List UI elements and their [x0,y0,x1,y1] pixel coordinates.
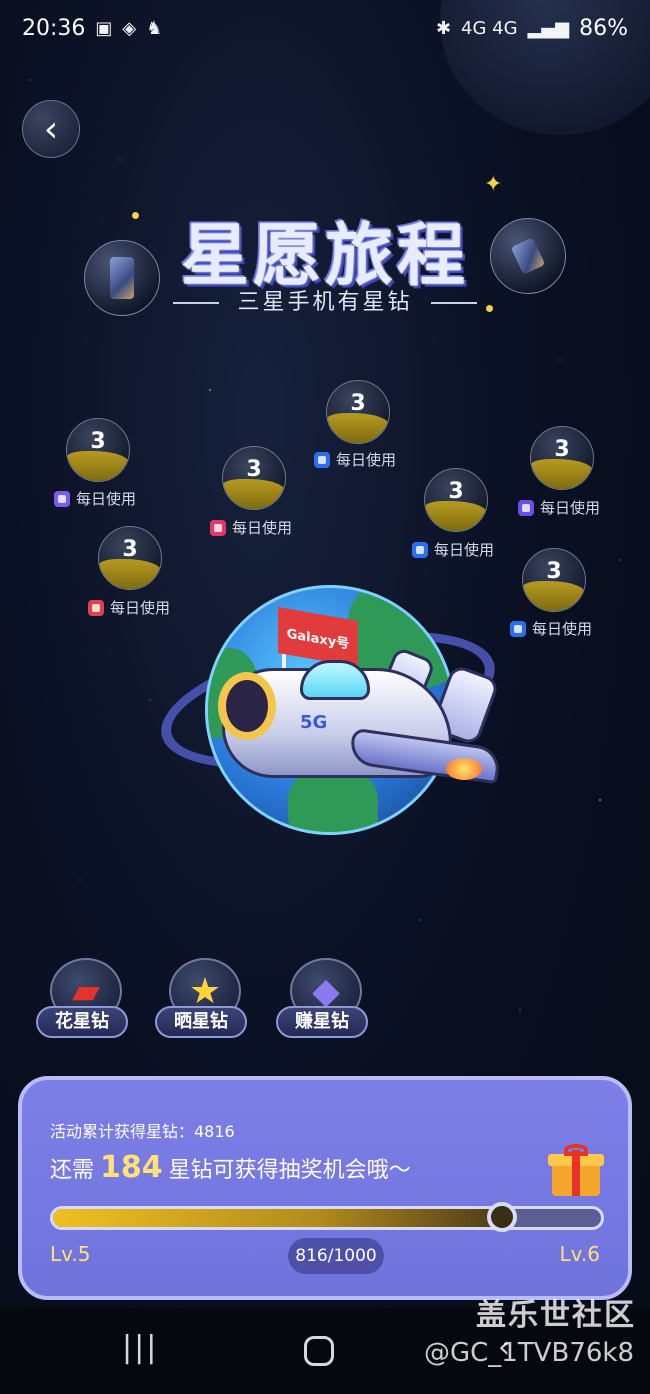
message-suffix: 星钻可获得抽奖机会哦～ [168,1158,411,1183]
home-app-icon [518,499,534,516]
bubble-label: 每日使用 [510,618,592,639]
app-notification-icon: ◈ [122,17,137,39]
menu-label: 晒星钻 [155,1006,247,1038]
star-bubble[interactable]: 3 [222,446,286,510]
share-diamonds-button[interactable]: ★ 晒星钻 [155,958,247,1038]
bubble-label-text: 每日使用 [434,541,495,559]
watermark-site: 盖乐世社区 [476,1298,636,1333]
bubble-label-text: 每日使用 [540,499,601,517]
page-subtitle: 三星手机有星钻 [0,284,650,316]
subtitle-text: 三星手机有星钻 [237,290,413,315]
bubble-label: 每日使用 [412,539,494,560]
spaceship-label: 5G [300,712,328,733]
bubble-value: 3 [546,559,562,584]
bubble-value: 3 [246,457,262,482]
bubble-value: 3 [554,437,570,462]
menu-label: 赚星钻 [276,1006,368,1038]
message-prefix: 还需 [50,1158,95,1183]
watermark-user: @GC_1TVB76k8 [423,1338,634,1368]
bubble-value: 3 [448,479,464,504]
notes-app-icon [88,599,104,616]
star-bubble[interactable]: 3 [98,526,162,590]
grid-app-icon [54,490,70,507]
wallet-app-icon [314,451,330,468]
progress-track [50,1206,604,1230]
current-level: Lv.5 [50,1242,91,1266]
health-app-icon [412,541,428,558]
star-bubble[interactable]: 3 [66,418,130,482]
bubble-label-text: 每日使用 [110,599,171,617]
bubble-value: 3 [122,537,138,562]
bubble-label: 每日使用 [314,449,396,470]
earn-diamonds-button[interactable]: ◆ 赚星钻 [276,958,368,1038]
home-icon[interactable] [304,1336,334,1366]
sparkle-icon: ✦ [484,172,503,197]
image-icon: ▣ [95,17,113,39]
star-bubble[interactable]: 3 [326,380,390,444]
bubble-label-text: 每日使用 [76,490,137,508]
progress-value: 816/1000 [288,1238,384,1274]
remaining-message: 还需 184 星钻可获得抽奖机会哦～ [50,1150,411,1185]
gallery-app-icon [510,620,526,637]
signal-bars-icon: ▂▄▆ [527,17,570,39]
bubble-label-text: 每日使用 [336,451,397,469]
recent-apps-icon[interactable]: ||| [122,1330,158,1365]
star-bubble[interactable]: 3 [424,468,488,532]
remaining-count: 184 [100,1150,163,1185]
star-bubble[interactable]: 3 [522,548,586,612]
back-button[interactable]: ‹ [22,100,80,158]
tasks-app-icon [210,519,226,536]
battery-level: 86% [579,15,628,41]
bubble-value: 3 [90,429,106,454]
app-notification-icon: ♞ [146,17,163,39]
bubble-label: 每日使用 [210,517,292,538]
bubble-label-text: 每日使用 [232,519,293,537]
spaceship-nose [218,672,276,740]
status-time: 20:36 [22,15,86,41]
status-bar: 20:36 ▣ ◈ ♞ ✱ 4G 4G ▂▄▆ 86% [0,0,650,56]
progress-fill [53,1209,501,1227]
divider [430,302,477,304]
bubble-label: 每日使用 [518,497,600,518]
progress-card: 活动累计获得星钻：4816 还需 184 星钻可获得抽奖机会哦～ Lv.5 81… [18,1076,632,1300]
chevron-left-icon: ‹ [43,108,59,150]
menu-label: 花星钻 [36,1006,128,1038]
progress-knob [487,1202,518,1232]
bubble-label-text: 每日使用 [532,620,593,638]
bubble-value: 3 [350,391,366,416]
bubble-label: 每日使用 [88,597,170,618]
engine-flame [446,758,482,780]
spend-diamonds-button[interactable]: ▰ 花星钻 [36,958,128,1038]
bubble-label: 每日使用 [54,488,136,509]
total-diamonds-text: 活动累计获得星钻：4816 [50,1122,235,1141]
bluetooth-icon: ✱ [435,17,452,39]
star-bubble[interactable]: 3 [530,426,594,490]
gift-box-icon[interactable] [548,1144,604,1196]
next-level: Lv.6 [559,1242,600,1266]
signal-icon: 4G 4G [461,17,518,39]
divider [173,302,220,304]
